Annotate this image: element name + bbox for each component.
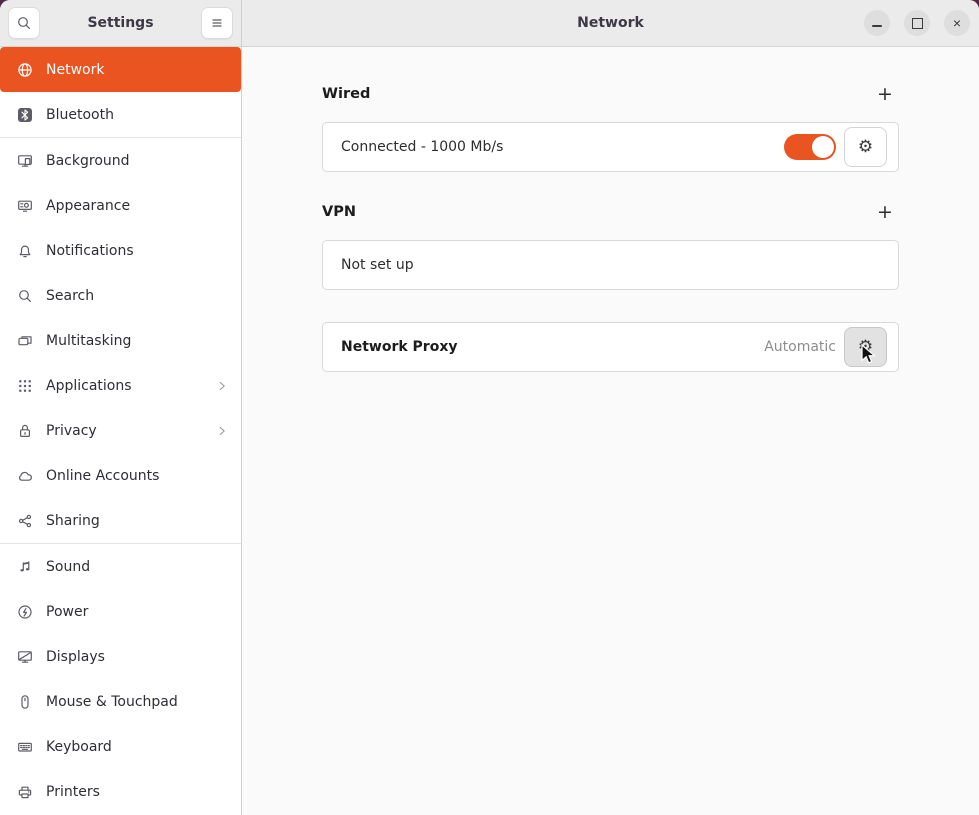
bluetooth-icon	[17, 107, 33, 123]
content-headerbar: Network ×	[242, 0, 979, 46]
sidebar-item-sound[interactable]: Sound	[0, 544, 241, 589]
network-proxy-row[interactable]: Network Proxy Automatic ⚙	[322, 322, 899, 372]
sidebar-item-background[interactable]: Background	[0, 138, 241, 183]
wired-status: Connected - 1000 Mb/s	[341, 139, 503, 155]
sidebar-item-keyboard[interactable]: Keyboard	[0, 724, 241, 769]
sidebar-item-label: Online Accounts	[46, 468, 159, 484]
sidebar-item-bluetooth[interactable]: Bluetooth	[0, 92, 241, 137]
search-icon	[17, 288, 33, 304]
sidebar-item-network[interactable]: Network	[0, 47, 241, 92]
share-icon	[17, 513, 33, 529]
wired-toggle[interactable]	[784, 134, 836, 160]
hamburger-icon	[209, 15, 225, 31]
sidebar-item-label: Network	[46, 62, 104, 78]
sidebar-item-label: Search	[46, 288, 94, 304]
sidebar-item-notifications[interactable]: Notifications	[0, 228, 241, 273]
wired-settings-button[interactable]: ⚙	[844, 127, 887, 167]
vpn-section-header: VPN +	[322, 200, 899, 224]
sidebar-item-label: Printers	[46, 784, 100, 800]
vpn-row[interactable]: Not set up	[322, 240, 899, 290]
sidebar-item-mouse-touchpad[interactable]: Mouse & Touchpad	[0, 679, 241, 724]
proxy-title: Network Proxy	[341, 339, 457, 355]
window-controls: ×	[864, 10, 970, 36]
maximize-icon	[912, 18, 923, 29]
sidebar-item-sharing[interactable]: Sharing	[0, 498, 241, 543]
sidebar-item-label: Appearance	[46, 198, 130, 214]
sidebar-title: Settings	[87, 15, 153, 31]
sidebar-item-label: Mouse & Touchpad	[46, 694, 178, 710]
mouse-icon	[17, 694, 33, 710]
sidebar-item-power[interactable]: Power	[0, 589, 241, 634]
minimize-button[interactable]	[864, 10, 890, 36]
sidebar-item-privacy[interactable]: Privacy	[0, 408, 241, 453]
sidebar-item-label: Notifications	[46, 243, 134, 259]
printer-icon	[17, 784, 33, 800]
sidebar-item-label: Sharing	[46, 513, 100, 529]
proxy-value: Automatic	[764, 339, 836, 355]
close-icon: ×	[953, 16, 961, 30]
network-panel: Wired + Connected - 1000 Mb/s ⚙ VPN + No…	[242, 47, 979, 815]
cloud-icon	[17, 468, 33, 484]
bell-icon	[17, 243, 33, 259]
headerbar: Settings Network ×	[0, 0, 979, 47]
wired-section-header: Wired +	[322, 82, 899, 106]
settings-window: Settings Network × Network Bluetooth	[0, 0, 979, 815]
sidebar-item-label: Privacy	[46, 423, 97, 439]
sidebar-item-label: Displays	[46, 649, 105, 665]
sidebar-item-label: Background	[46, 153, 130, 169]
gear-icon: ⚙	[858, 137, 873, 157]
lock-icon	[17, 423, 33, 439]
background-icon	[17, 153, 33, 169]
add-vpn-button[interactable]: +	[871, 200, 899, 224]
vpn-heading: VPN	[322, 204, 356, 220]
minimize-icon	[872, 25, 882, 27]
sidebar-item-label: Sound	[46, 559, 90, 575]
power-icon	[17, 604, 33, 620]
wired-connection-row[interactable]: Connected - 1000 Mb/s ⚙	[322, 122, 899, 172]
sidebar-item-label: Power	[46, 604, 88, 620]
close-button[interactable]: ×	[944, 10, 970, 36]
sidebar-item-applications[interactable]: Applications	[0, 363, 241, 408]
sidebar-item-appearance[interactable]: Appearance	[0, 183, 241, 228]
add-wired-connection-button[interactable]: +	[871, 82, 899, 106]
multitasking-icon	[17, 333, 33, 349]
gear-icon: ⚙	[858, 337, 873, 357]
proxy-settings-button[interactable]: ⚙	[844, 327, 887, 367]
sidebar-headerbar: Settings	[0, 0, 242, 46]
sidebar-item-label: Applications	[46, 378, 132, 394]
globe-icon	[17, 62, 33, 78]
maximize-button[interactable]	[904, 10, 930, 36]
sidebar-item-label: Multitasking	[46, 333, 131, 349]
sidebar-item-printers[interactable]: Printers	[0, 769, 241, 814]
page-title: Network	[577, 15, 644, 31]
search-button[interactable]	[8, 7, 40, 39]
appearance-icon	[17, 198, 33, 214]
chevron-right-icon	[215, 379, 229, 393]
search-icon	[16, 15, 32, 31]
menu-button[interactable]	[201, 7, 233, 39]
keyboard-icon	[17, 739, 33, 755]
wired-heading: Wired	[322, 86, 370, 102]
apps-grid-icon	[17, 378, 33, 394]
display-icon	[17, 649, 33, 665]
sound-icon	[17, 559, 33, 575]
sidebar-item-label: Keyboard	[46, 739, 112, 755]
chevron-right-icon	[215, 424, 229, 438]
vpn-status: Not set up	[341, 257, 414, 273]
sidebar-item-online-accounts[interactable]: Online Accounts	[0, 453, 241, 498]
sidebar-item-search[interactable]: Search	[0, 273, 241, 318]
toggle-knob	[812, 136, 834, 158]
sidebar-item-multitasking[interactable]: Multitasking	[0, 318, 241, 363]
sidebar-item-displays[interactable]: Displays	[0, 634, 241, 679]
sidebar-item-label: Bluetooth	[46, 107, 114, 123]
sidebar: Network Bluetooth Background Appearance …	[0, 47, 242, 815]
